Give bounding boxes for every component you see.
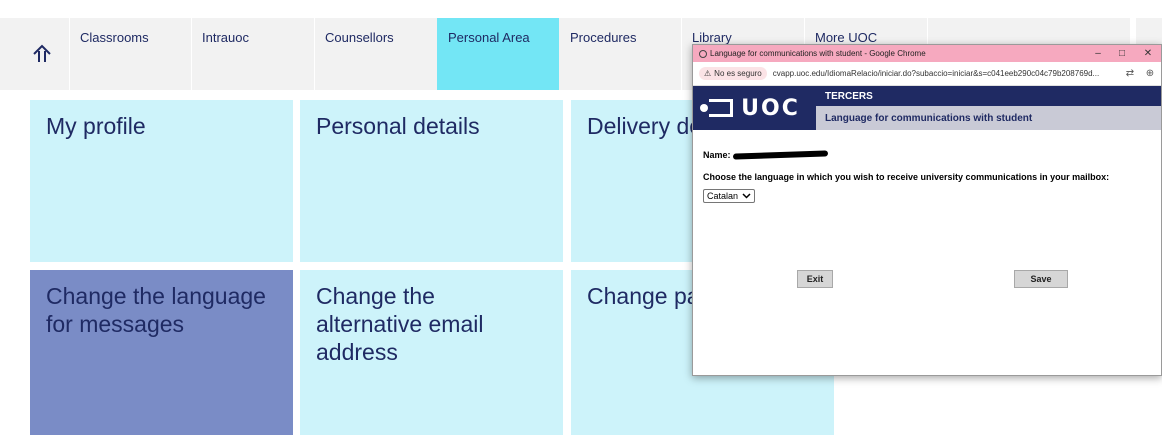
nav-item-counsellors[interactable]: Counsellors [314,18,437,90]
zoom-icon[interactable]: ⊕ [1143,66,1157,80]
nav-item-procedures[interactable]: Procedures [559,18,681,90]
name-row: Name: [703,150,1151,160]
uoc-logo: UOC [693,86,816,130]
home-button[interactable] [14,18,69,90]
tile-personal-details[interactable]: Personal details [300,100,563,262]
name-label: Name: [703,150,731,160]
language-form: Name: Choose the language in which you w… [703,150,1151,203]
exit-button[interactable]: Exit [797,270,833,288]
nav-item-intrauoc[interactable]: Intrauoc [191,18,314,90]
security-label: No es seguro [714,69,762,78]
maximize-button[interactable]: □ [1111,45,1133,62]
address-bar[interactable]: ⚠ No es seguro cvapp.uoc.edu/IdiomaRelac… [693,62,1161,86]
tile-label: Change the alternative email address [316,283,484,365]
language-select[interactable]: Catalan [703,189,756,203]
language-selected-value: Catalan [707,191,739,201]
tile-change-alternative-email[interactable]: Change the alternative email address [300,270,563,435]
language-popup-window: Language for communications with student… [692,44,1162,376]
uoc-logo-text: UOC [741,95,800,121]
tile-change-language[interactable]: Change the language for messages [30,270,293,435]
tile-label: Change the language for messages [46,283,266,337]
minimize-button[interactable]: – [1087,45,1109,62]
nav-item-personal-area[interactable]: Personal Area [437,18,559,90]
home-icon [32,44,51,62]
personal-area-page: Classrooms Intrauoc Counsellors Personal… [0,0,1162,435]
tile-label: Personal details [316,113,480,139]
tile-label: My profile [46,113,146,139]
popup-title: Language for communications with student… [710,49,926,58]
popup-titlebar[interactable]: Language for communications with student… [693,45,1161,62]
save-button[interactable]: Save [1014,270,1068,288]
warning-icon: ⚠ [704,69,712,78]
chrome-icon [699,49,707,58]
tile-my-profile[interactable]: My profile [30,100,293,262]
header-title: TERCERS [816,86,1161,106]
security-warning[interactable]: ⚠ No es seguro [699,67,767,80]
close-button[interactable]: ✕ [1137,45,1159,62]
url-text: cvapp.uoc.edu/IdiomaRelacio/iniciar.do?s… [772,69,1100,78]
chevron-down-icon [742,193,751,199]
nav-item-classrooms[interactable]: Classrooms [69,18,191,90]
uoc-header: UOC TERCERS Language for communications … [693,86,1161,130]
tile-label: Delivery de [587,113,703,139]
uoc-logo-mark [700,99,734,117]
redacted-name [732,150,828,160]
header-subtitle: Language for communications with student [816,106,1161,130]
language-question: Choose the language in which you wish to… [703,172,1110,182]
translate-icon[interactable]: ⇄ [1123,66,1137,80]
